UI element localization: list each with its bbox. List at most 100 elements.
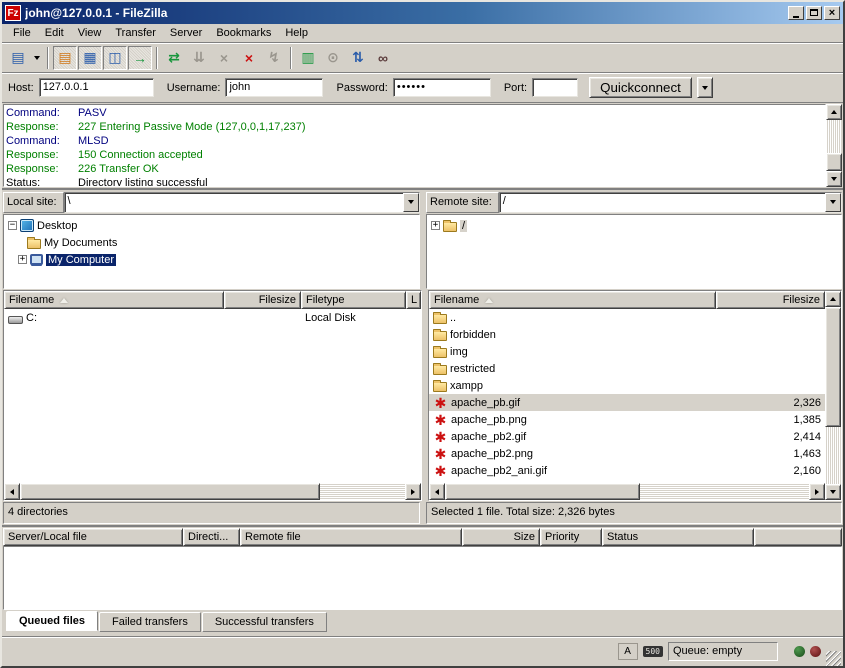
scroll-right-button[interactable] bbox=[809, 483, 825, 500]
file-row[interactable]: xampp bbox=[429, 377, 825, 394]
tab-successful-transfers[interactable]: Successful transfers bbox=[202, 612, 327, 632]
username-input[interactable]: john bbox=[225, 78, 323, 97]
remote-site-dropdown[interactable] bbox=[825, 193, 841, 212]
resize-grip[interactable] bbox=[826, 651, 841, 666]
process-queue-button[interactable]: ⇊ bbox=[187, 46, 211, 70]
tab-failed-transfers[interactable]: Failed transfers bbox=[99, 612, 201, 632]
toggle-remote-tree-button[interactable]: ◫ bbox=[103, 46, 127, 70]
file-row-c-drive[interactable]: C: Local Disk bbox=[4, 309, 421, 326]
directory-comparison-button[interactable]: ⊙ bbox=[321, 46, 345, 70]
host-input[interactable]: 127.0.0.1 bbox=[39, 78, 154, 97]
scrollbar-track[interactable] bbox=[826, 120, 842, 153]
filter-button[interactable]: ▥ bbox=[296, 46, 320, 70]
log-scrollbar[interactable] bbox=[826, 104, 842, 187]
scroll-left-button[interactable] bbox=[429, 483, 445, 500]
scroll-right-button[interactable] bbox=[405, 483, 421, 500]
scrollbar-thumb[interactable] bbox=[20, 483, 320, 500]
expand-icon[interactable]: + bbox=[18, 255, 27, 264]
scroll-up-button[interactable] bbox=[825, 291, 841, 307]
data-type-indicator[interactable]: A bbox=[618, 643, 638, 660]
message-log-icon: ▤ bbox=[58, 49, 71, 66]
column-header-priority[interactable]: Priority bbox=[540, 528, 602, 546]
tree-item-root[interactable]: + / bbox=[427, 217, 841, 234]
port-input[interactable] bbox=[532, 78, 578, 97]
column-header-filesize[interactable]: Filesize bbox=[224, 291, 301, 309]
tree-item-desktop[interactable]: − Desktop bbox=[4, 217, 419, 234]
local-site-value[interactable]: \ bbox=[65, 193, 403, 212]
collapse-icon[interactable]: − bbox=[8, 221, 17, 230]
toggle-local-tree-button[interactable]: ▦ bbox=[78, 46, 102, 70]
menu-server[interactable]: Server bbox=[163, 25, 209, 41]
column-header-size[interactable]: Size bbox=[462, 528, 540, 546]
quickconnect-dropdown[interactable] bbox=[697, 77, 713, 98]
local-site-dropdown[interactable] bbox=[403, 193, 419, 212]
close-button[interactable]: × bbox=[824, 6, 840, 20]
disconnect-button[interactable]: × bbox=[237, 46, 261, 70]
file-row[interactable]: ✱apache_pb.png1,385 bbox=[429, 411, 825, 428]
local-site-combobox[interactable]: \ bbox=[64, 192, 420, 213]
title-bar[interactable]: Fz john@127.0.0.1 - FileZilla × bbox=[2, 2, 843, 24]
tab-queued-files[interactable]: Queued files bbox=[6, 611, 98, 631]
local-list-hscrollbar[interactable] bbox=[4, 483, 421, 500]
column-header-last-modified[interactable]: L bbox=[406, 291, 421, 309]
file-row-selected[interactable]: ✱apache_pb.gif2,326 bbox=[429, 394, 825, 411]
file-row[interactable]: ✱apache_pb2.png1,463 bbox=[429, 445, 825, 462]
queue-tabs: Queued files Failed transfers Successful… bbox=[2, 610, 843, 634]
menu-bookmarks[interactable]: Bookmarks bbox=[209, 25, 278, 41]
scroll-up-button[interactable] bbox=[826, 104, 842, 120]
maximize-button[interactable] bbox=[806, 6, 822, 20]
column-header-direction[interactable]: Directi... bbox=[183, 528, 240, 546]
process-queue-icon: ⇊ bbox=[193, 49, 205, 66]
reconnect-button[interactable]: ↯ bbox=[262, 46, 286, 70]
file-row[interactable]: .. bbox=[429, 309, 825, 326]
file-row[interactable]: ✱apache_pb2.gif2,414 bbox=[429, 428, 825, 445]
menu-file[interactable]: File bbox=[6, 25, 38, 41]
toggle-queue-button[interactable]: → bbox=[128, 46, 152, 70]
file-row[interactable]: img bbox=[429, 343, 825, 360]
expand-icon[interactable]: + bbox=[431, 221, 440, 230]
site-manager-dropdown[interactable] bbox=[31, 46, 43, 70]
remote-site-combobox[interactable]: / bbox=[499, 192, 842, 213]
remote-site-value[interactable]: / bbox=[500, 193, 825, 212]
remote-list-hscrollbar[interactable] bbox=[429, 483, 825, 500]
scrollbar-thumb[interactable] bbox=[826, 153, 842, 171]
find-files-button[interactable]: ∞ bbox=[371, 46, 395, 70]
scroll-down-button[interactable] bbox=[826, 171, 842, 187]
tree-item-my-documents[interactable]: My Documents bbox=[4, 234, 419, 251]
column-header-filesize[interactable]: Filesize bbox=[716, 291, 825, 309]
scrollbar-track[interactable] bbox=[640, 483, 809, 500]
tree-item-my-computer[interactable]: + My Computer bbox=[4, 251, 419, 268]
column-header-filename[interactable]: Filename bbox=[4, 291, 224, 309]
queue-list[interactable] bbox=[3, 546, 842, 610]
scrollbar-track[interactable] bbox=[320, 483, 405, 500]
file-row[interactable]: ✱apache_pb2_ani.gif2,160 bbox=[429, 462, 825, 479]
toggle-log-button[interactable]: ▤ bbox=[53, 46, 77, 70]
password-input[interactable]: •••••• bbox=[393, 78, 491, 97]
scroll-down-button[interactable] bbox=[825, 484, 841, 500]
arrow-right-icon bbox=[815, 489, 819, 495]
column-header-local-file[interactable]: Server/Local file bbox=[3, 528, 183, 546]
speed-limits-icon[interactable]: 500 bbox=[643, 646, 663, 657]
column-header-filetype[interactable]: Filetype bbox=[301, 291, 406, 309]
column-header-remote-file[interactable]: Remote file bbox=[240, 528, 462, 546]
menu-edit[interactable]: Edit bbox=[38, 25, 71, 41]
column-header-filename[interactable]: Filename bbox=[429, 291, 716, 309]
refresh-button[interactable]: ⇄ bbox=[162, 46, 186, 70]
menu-help[interactable]: Help bbox=[278, 25, 315, 41]
minimize-button[interactable] bbox=[788, 6, 804, 20]
file-row[interactable]: forbidden bbox=[429, 326, 825, 343]
menu-transfer[interactable]: Transfer bbox=[108, 25, 163, 41]
scrollbar-track[interactable] bbox=[825, 427, 841, 484]
quickconnect-button[interactable]: Quickconnect bbox=[589, 77, 692, 98]
menu-view[interactable]: View bbox=[71, 25, 109, 41]
scroll-left-button[interactable] bbox=[4, 483, 20, 500]
scrollbar-thumb[interactable] bbox=[825, 307, 841, 427]
site-manager-button[interactable]: ▤ bbox=[6, 46, 30, 70]
scrollbar-thumb[interactable] bbox=[445, 483, 640, 500]
synchronized-browsing-button[interactable]: ⇅ bbox=[346, 46, 370, 70]
file-row[interactable]: restricted bbox=[429, 360, 825, 377]
host-label: Host: bbox=[8, 82, 34, 94]
column-header-status[interactable]: Status bbox=[602, 528, 754, 546]
remote-list-vscrollbar[interactable] bbox=[825, 291, 841, 500]
cancel-operation-button[interactable]: × bbox=[212, 46, 236, 70]
